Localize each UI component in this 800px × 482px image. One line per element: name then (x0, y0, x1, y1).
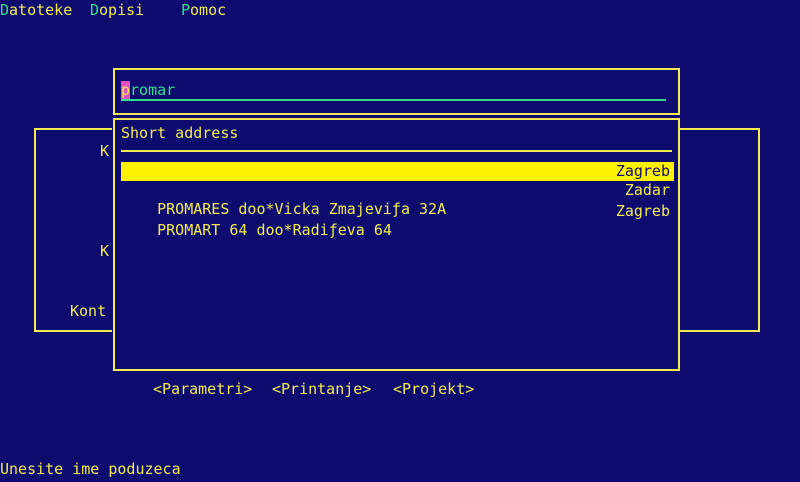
company-city: Zagreb (615, 202, 670, 220)
menu-pomoc-label: omoc (190, 1, 227, 19)
menu-dopisi-label: opisi (99, 1, 145, 19)
company-city: Zagreb (615, 162, 670, 180)
menu-datoteke-label: atoteke (9, 1, 73, 19)
status-line: Unesite ime poduzeca (0, 460, 181, 478)
popup-title: Short address (121, 124, 239, 142)
text-cursor: p (121, 81, 131, 99)
search-input-value: romar (130, 81, 176, 99)
company-name: PROMART 64 doo*Radiƒeva 64 (157, 221, 392, 239)
popup-divider (121, 150, 672, 152)
search-box: promar (113, 68, 680, 115)
menu-dopisi-hotkey: D (90, 1, 100, 19)
company-list-item[interactable]: PROMARES doo*Vicka Zmajeviƒa 32A Zadar (121, 181, 674, 218)
menu-dopisi[interactable]: Dopisi (90, 1, 144, 19)
menu-datoteke[interactable]: Datoteke (0, 1, 72, 19)
background-dialog-right-frame (680, 128, 760, 332)
menu-pomoc[interactable]: Pomoc (181, 1, 226, 19)
company-search-input[interactable]: promar (121, 81, 666, 101)
background-field-label: Kont (70, 302, 107, 320)
menu-pomoc-hotkey: P (181, 1, 191, 19)
company-city: Zadar (624, 181, 670, 199)
background-field-label: K (100, 142, 110, 160)
parametri-button[interactable]: <Parametri> (153, 380, 252, 398)
menu-bar: Datoteke Dopisi Pomoc (0, 1, 226, 21)
projekt-button[interactable]: <Projekt> (393, 380, 474, 398)
company-picker-popup: Short address PROMAR doo*Langov trg 4 Za… (113, 118, 680, 371)
background-dialog-left-frame: K K Kont (34, 128, 112, 332)
company-list-item[interactable]: PROMAR doo*Langov trg 4 Zagreb (121, 162, 674, 199)
company-list-item[interactable]: PROMART 64 doo*Radiƒeva 64 Zagreb (121, 202, 674, 239)
printanje-button[interactable]: <Printanje> (272, 380, 371, 398)
background-field-label: K (100, 242, 110, 260)
menu-datoteke-hotkey: D (0, 1, 10, 19)
